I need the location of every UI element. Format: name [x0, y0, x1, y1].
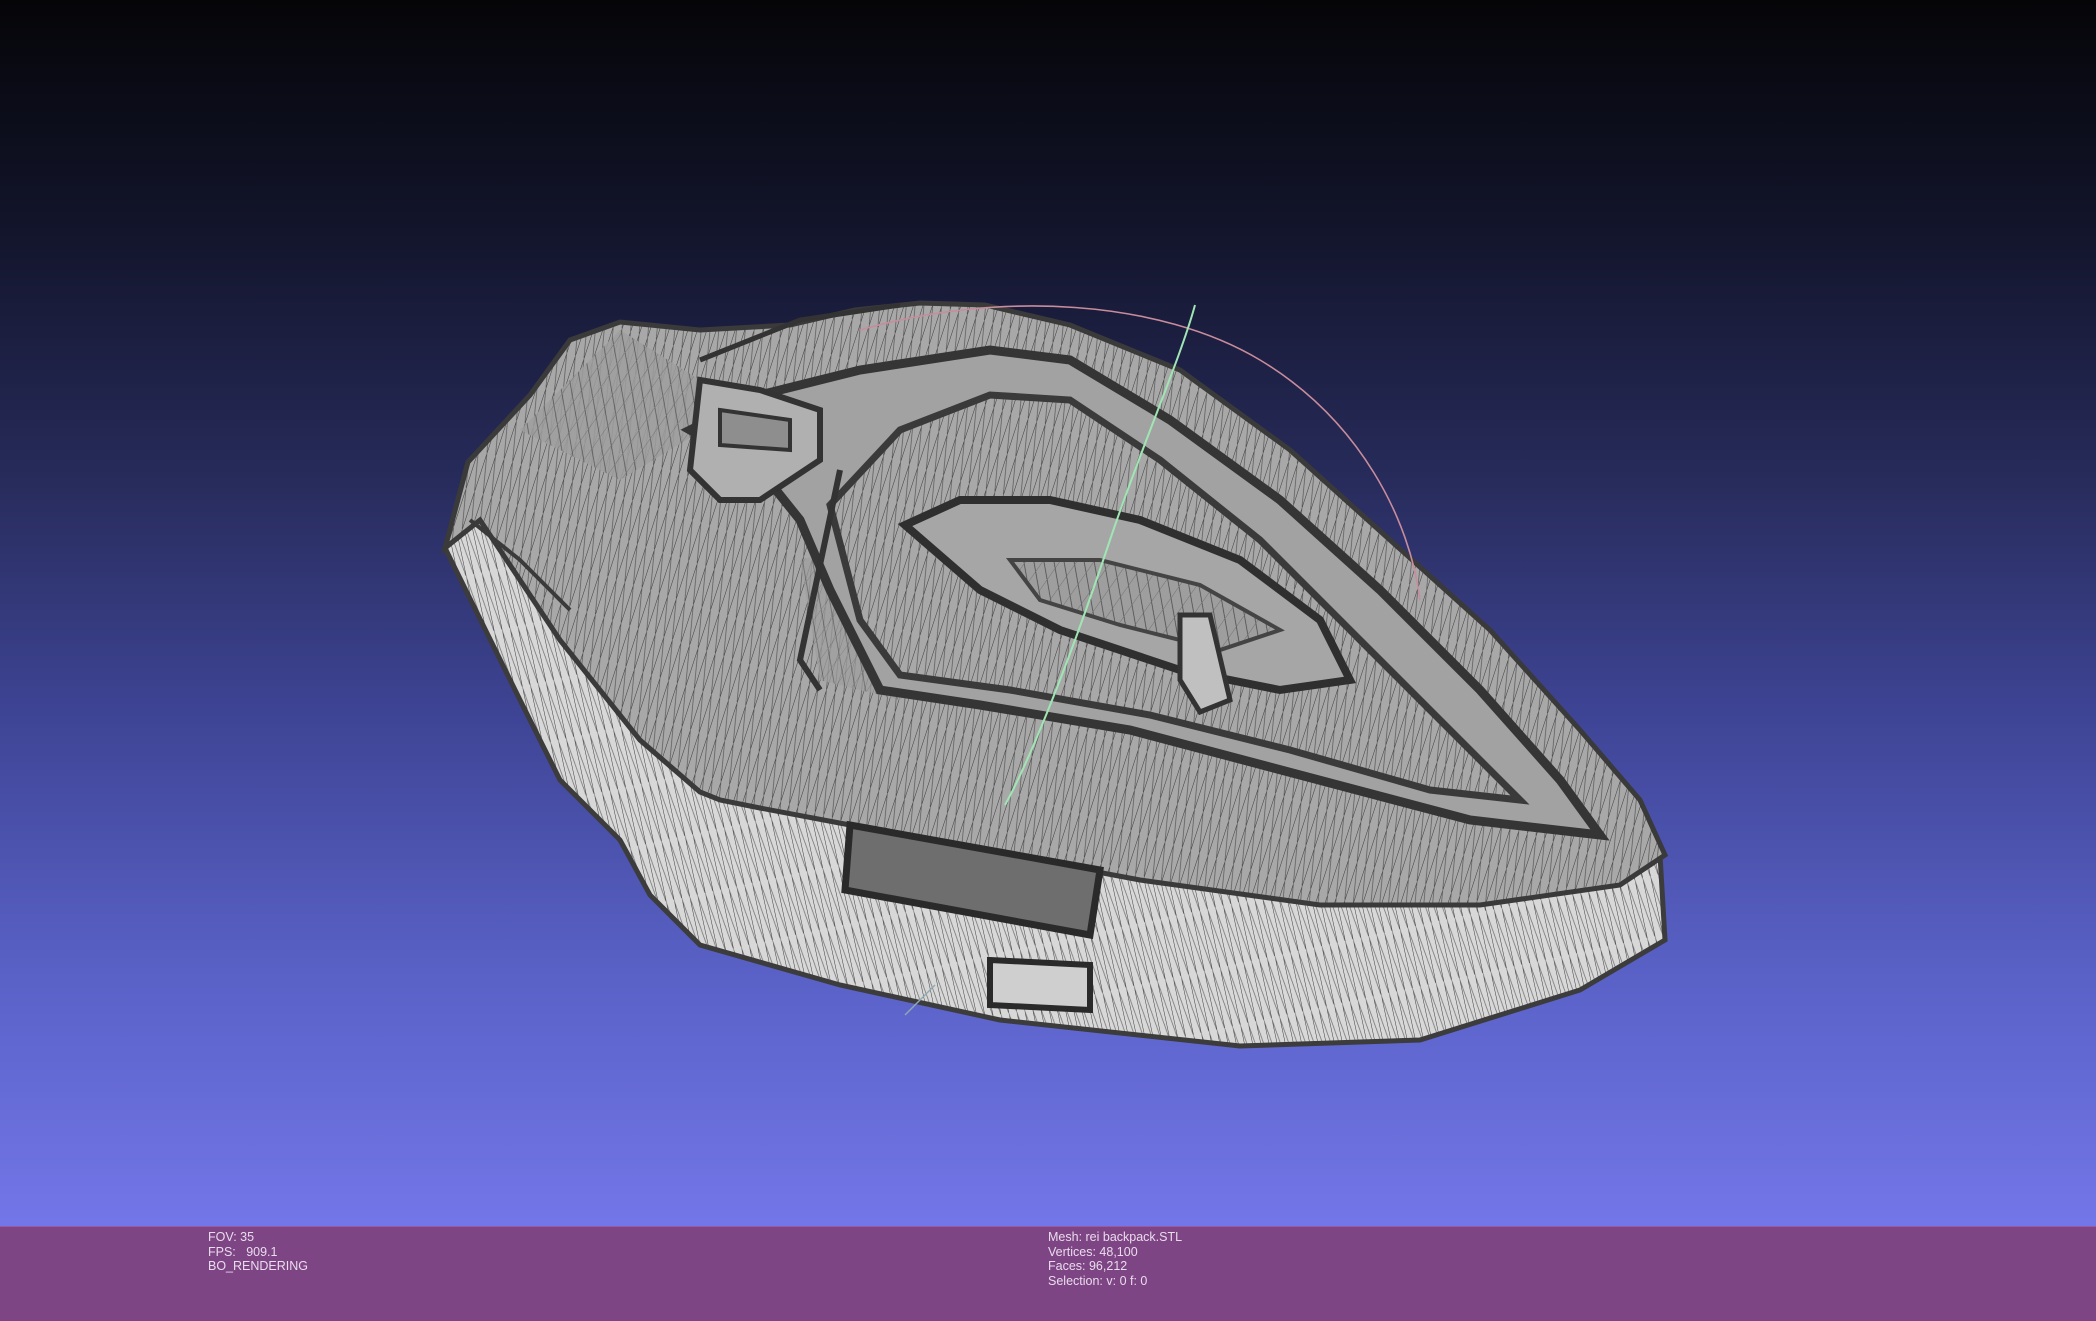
vertex-count: Vertices: 48,100: [1048, 1244, 1138, 1259]
render-mode: BO_RENDERING: [208, 1259, 309, 1273]
mesh-info: Mesh: rei backpack.STL Vertices: 48,100 …: [1048, 1230, 1182, 1288]
mesh-cutout: [987, 956, 1093, 1014]
status-info-bar: FOV: 35 FPS: 909.1 BO_RENDERING Mesh: re…: [0, 1226, 2096, 1321]
selection-info: Selection: v: 0 f: 0: [1048, 1273, 1148, 1288]
viewer-info: FOV: 35 FPS: 909.1 BO_RENDERING: [208, 1230, 308, 1274]
fps-readout: FPS: 909.1: [208, 1244, 278, 1259]
mesh-render[interactable]: [0, 0, 2096, 1226]
mesh-name: Mesh: rei backpack.STL: [1048, 1230, 1183, 1244]
3d-viewport[interactable]: [0, 0, 2096, 1226]
face-count: Faces: 96,212: [1048, 1259, 1128, 1273]
fov-readout: FOV: 35: [208, 1230, 255, 1244]
